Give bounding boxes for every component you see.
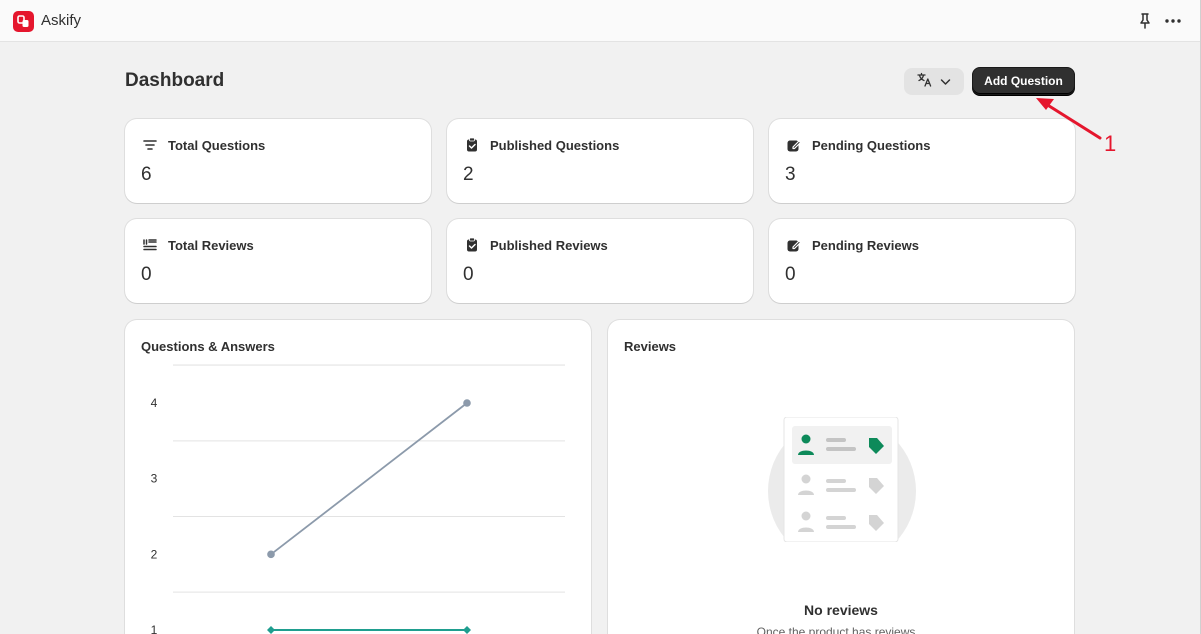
annotation-label: 1 bbox=[1104, 131, 1117, 156]
y-tick-label: 1 bbox=[151, 623, 158, 634]
stat-card-pending-questions: Pending Questions 3 bbox=[769, 119, 1075, 203]
stat-label: Pending Reviews bbox=[812, 237, 919, 253]
series-line bbox=[270, 402, 468, 556]
stat-label: Total Questions bbox=[168, 137, 266, 153]
askify-logo-icon bbox=[13, 11, 34, 32]
stat-label: Pending Questions bbox=[812, 137, 931, 153]
stat-card-pending-reviews: Pending Reviews 0 bbox=[769, 219, 1075, 303]
questions-answers-panel: Questions & Answers 1234 bbox=[125, 320, 591, 634]
empty-state-subtitle: Once the product has reviews... bbox=[756, 625, 926, 634]
page-title: Dashboard bbox=[125, 70, 225, 91]
y-tick-label: 4 bbox=[151, 396, 158, 410]
clipboard-check-icon bbox=[467, 137, 477, 152]
stat-value: 2 bbox=[463, 164, 474, 185]
stat-label: Published Questions bbox=[490, 137, 620, 153]
stat-value: 0 bbox=[463, 264, 474, 285]
edit-note-icon bbox=[787, 240, 802, 252]
empty-reviews-illustration bbox=[768, 417, 916, 542]
data-point[interactable] bbox=[267, 626, 275, 634]
reviews-panel: Reviews No reviews Once the product has … bbox=[608, 320, 1074, 634]
stat-value: 6 bbox=[141, 164, 152, 185]
language-select-button[interactable] bbox=[904, 68, 964, 95]
add-question-button[interactable]: Add Question bbox=[972, 67, 1075, 95]
stat-label: Total Reviews bbox=[168, 237, 254, 253]
data-point[interactable] bbox=[463, 399, 471, 407]
filter-lines-icon bbox=[143, 140, 157, 150]
app-title: Askify bbox=[41, 12, 82, 29]
stat-value: 0 bbox=[141, 264, 152, 285]
y-tick-label: 2 bbox=[151, 547, 158, 561]
stat-card-published-reviews: Published Reviews 0 bbox=[447, 219, 753, 303]
stat-label: Published Reviews bbox=[490, 237, 608, 253]
y-tick-label: 3 bbox=[151, 472, 158, 486]
edit-note-icon bbox=[787, 140, 802, 152]
chevron-down-icon bbox=[940, 73, 951, 91]
stat-value: 0 bbox=[785, 264, 796, 285]
stat-value: 3 bbox=[785, 164, 796, 185]
stat-card-total-reviews: Total Reviews 0 bbox=[125, 219, 431, 303]
questions-answers-chart: 1 2 3 4 bbox=[151, 364, 565, 634]
clipboard-check-icon bbox=[467, 237, 477, 252]
pin-icon[interactable] bbox=[1137, 12, 1153, 30]
panel-title: Reviews bbox=[624, 339, 677, 354]
data-point[interactable] bbox=[267, 550, 275, 559]
translate-icon bbox=[917, 72, 932, 92]
data-point[interactable] bbox=[463, 626, 471, 634]
empty-state-title: No reviews bbox=[804, 602, 878, 618]
app-titlebar: Askify bbox=[0, 0, 1201, 42]
stat-card-total-questions: Total Questions 6 bbox=[125, 119, 431, 203]
stat-card-published-questions: Published Questions 2 bbox=[447, 119, 753, 203]
more-options-icon[interactable] bbox=[1163, 13, 1183, 29]
list-lines-icon bbox=[143, 239, 157, 251]
